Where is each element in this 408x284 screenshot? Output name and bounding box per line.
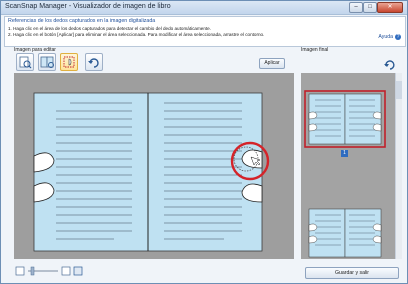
fit-page-icon [19, 56, 32, 69]
zoom-in-icon[interactable] [61, 266, 71, 276]
help-link[interactable]: Ayuda? [378, 34, 401, 40]
apply-button[interactable]: Aplicar [259, 58, 285, 69]
zoom-slider-handle[interactable] [30, 266, 35, 276]
save-and-exit-button[interactable]: Guardar y salir [305, 267, 399, 279]
title-bar: ScanSnap Manager - Visualizador de image… [1, 1, 407, 15]
help-icon[interactable]: ? [395, 34, 401, 40]
zoom-slider-group[interactable] [14, 265, 94, 277]
open-book-button[interactable] [38, 53, 56, 71]
edit-image-canvas[interactable] [14, 73, 294, 259]
final-image-panel: 1 [301, 73, 395, 259]
rotate-button[interactable] [383, 57, 397, 70]
fit-view-icon[interactable] [73, 266, 83, 276]
fit-page-button[interactable] [16, 53, 34, 71]
undo-button[interactable] [85, 53, 103, 71]
thumbnail-list [304, 90, 386, 258]
undo-icon [88, 58, 99, 68]
rotate-icon [384, 60, 395, 70]
instruction-step-2: 2. Haga clic en el botón [Aplicar] para … [8, 32, 265, 37]
left-page [33, 92, 149, 252]
thumbnail-1[interactable] [304, 90, 386, 148]
zoom-controls [14, 264, 94, 276]
maximize-button[interactable]: □ [363, 2, 377, 13]
book-image-viewer-window: ScanSnap Manager - Visualizador de image… [0, 0, 408, 284]
close-button[interactable]: ✕ [377, 2, 403, 13]
page-number-badge: 1 [343, 150, 346, 156]
thumbnail-scrollbar[interactable] [395, 73, 402, 259]
finger-select-icon [63, 56, 75, 68]
book-scan-image [33, 92, 270, 252]
right-page [147, 92, 263, 252]
instructions-heading: Referencias de los dedos capturados en l… [8, 18, 156, 24]
zoom-out-icon[interactable] [15, 266, 25, 276]
minimize-button[interactable]: – [349, 2, 363, 13]
instructions-panel: Referencias de los dedos capturados en l… [4, 16, 406, 47]
finger-select-button[interactable] [60, 53, 78, 71]
open-book-icon [40, 56, 54, 68]
scrollbar-thumb[interactable] [396, 81, 402, 99]
window-title: ScanSnap Manager - Visualizador de image… [5, 3, 171, 10]
thumbnail-2[interactable] [308, 208, 382, 258]
final-image-label: Imagen final [301, 47, 329, 53]
instruction-step-1: 1. Haga clic en el área de los dedos cap… [8, 26, 212, 31]
help-label[interactable]: Ayuda [378, 34, 393, 40]
